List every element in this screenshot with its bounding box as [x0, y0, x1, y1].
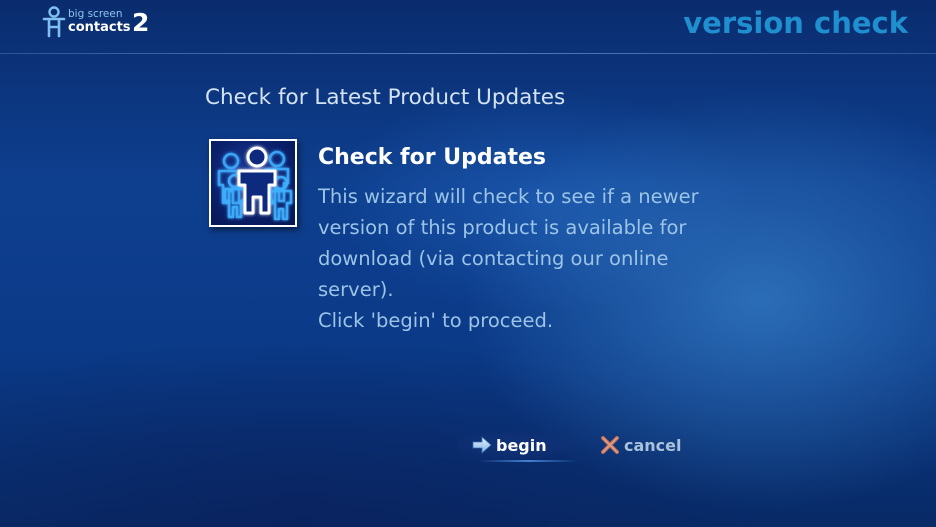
- wizard-description-line: server).: [318, 278, 394, 301]
- logo-subtitle: big screen: [68, 8, 123, 20]
- page-heading: version check: [683, 6, 908, 40]
- header-bar: big screen contacts 2 version check: [0, 0, 936, 53]
- begin-button-label: begin: [496, 435, 547, 455]
- arrow-right-icon: [472, 436, 492, 454]
- people-group-graphic: [217, 146, 293, 221]
- wizard-title: Check for Updates: [318, 145, 546, 170]
- section-title: Check for Latest Product Updates: [205, 85, 566, 110]
- wizard-description: This wizard will check to see if a newer…: [318, 181, 738, 305]
- logo-version-number: 2: [132, 8, 150, 37]
- person-logo-icon: [42, 6, 66, 38]
- wizard-hint: Click 'begin' to proceed.: [318, 309, 554, 332]
- wizard-description-line: This wizard will check to see if a newer: [318, 185, 699, 208]
- x-icon: [601, 436, 619, 454]
- logo-title: contacts: [68, 20, 131, 35]
- header-divider: [0, 53, 936, 54]
- begin-button[interactable]: begin: [458, 430, 586, 462]
- app-logo: big screen contacts 2: [42, 6, 162, 38]
- cancel-button-label: cancel: [624, 435, 682, 455]
- wizard-description-line: download (via contacting our online: [318, 247, 669, 270]
- wizard-description-line: version of this product is available for: [318, 216, 687, 239]
- cancel-button[interactable]: cancel: [600, 430, 700, 460]
- people-group-icon: [209, 139, 297, 227]
